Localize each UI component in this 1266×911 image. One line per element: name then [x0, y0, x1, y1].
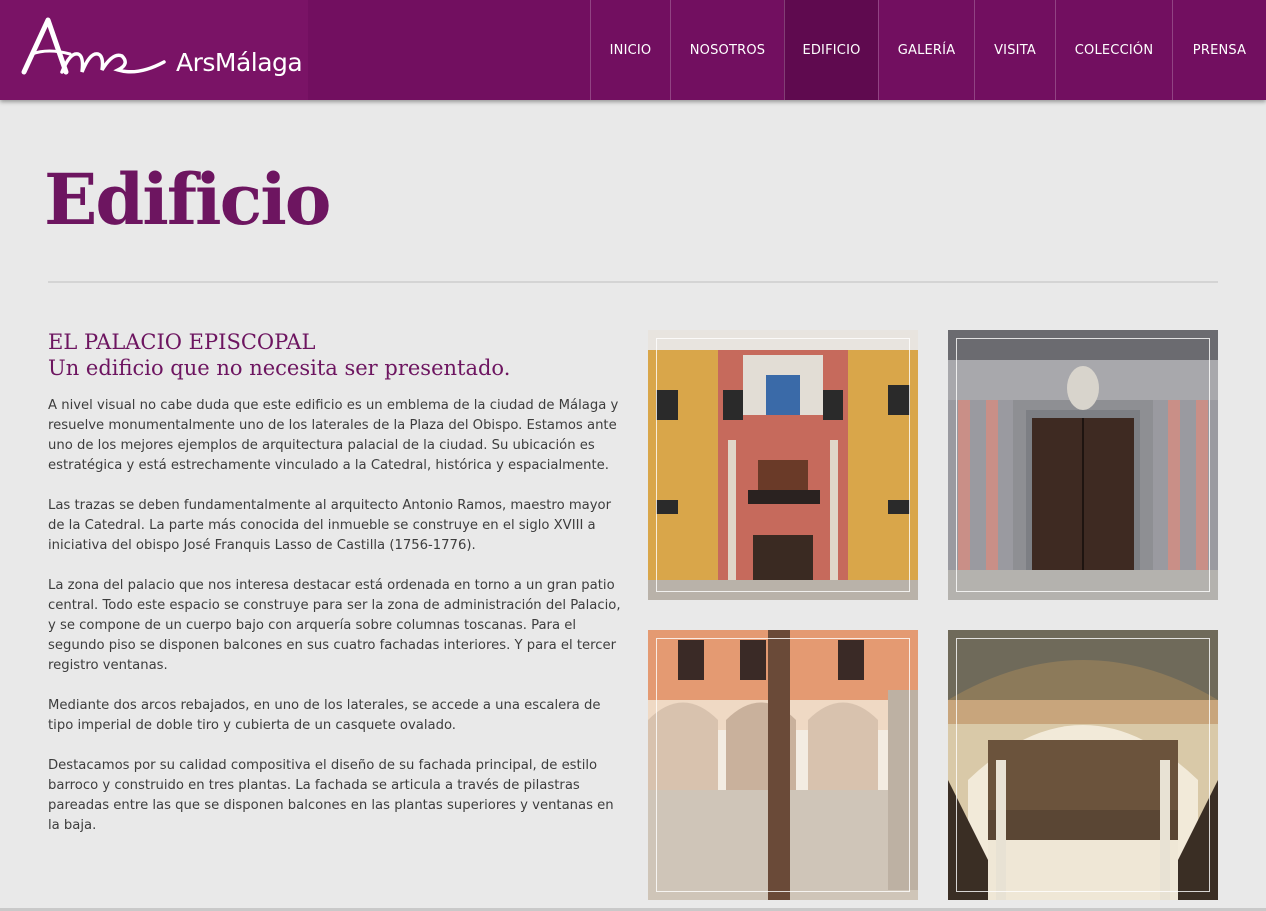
gallery-photo-doorway[interactable] — [948, 330, 1218, 600]
nav-item-visita[interactable]: VISITA — [974, 0, 1055, 100]
gallery-photo-courtyard[interactable] — [648, 630, 918, 900]
paragraph: A nivel visual no cabe duda que este edi… — [48, 398, 619, 473]
site-header: ArsMálaga INICIO NOSOTROS EDIFICIO GALER… — [0, 0, 1266, 100]
nav-item-prensa[interactable]: PRENSA — [1172, 0, 1266, 100]
am-logo-icon — [21, 17, 166, 75]
photo-frame — [956, 338, 1210, 592]
brand-name: ArsMálaga — [176, 48, 303, 77]
photo-frame — [956, 638, 1210, 892]
nav-item-coleccion[interactable]: COLECCIÓN — [1055, 0, 1172, 100]
paragraph: Las trazas se deben fundamentalmente al … — [48, 498, 612, 553]
section-title: EL PALACIO EPISCOPAL — [48, 330, 316, 354]
site-logo[interactable]: ArsMálaga — [0, 0, 308, 100]
title-divider — [48, 281, 1218, 283]
photo-frame — [656, 338, 910, 592]
paragraph: Destacamos por su calidad compositiva el… — [48, 758, 614, 833]
section-heading: EL PALACIO EPISCOPAL Un edificio que no … — [48, 329, 628, 381]
article-body: A nivel visual no cabe duda que este edi… — [48, 396, 624, 856]
nav-item-inicio[interactable]: INICIO — [590, 0, 670, 100]
photo-frame — [656, 638, 910, 892]
nav-item-edificio[interactable]: EDIFICIO — [784, 0, 878, 100]
section-subtitle: Un edificio que no necesita ser presenta… — [48, 356, 511, 380]
nav-item-galeria[interactable]: GALERÍA — [878, 0, 974, 100]
nav-item-nosotros[interactable]: NOSOTROS — [670, 0, 784, 100]
gallery-photo-facade[interactable] — [648, 330, 918, 600]
paragraph: La zona del palacio que nos interesa des… — [48, 578, 621, 673]
main-nav: INICIO NOSOTROS EDIFICIO GALERÍA VISITA … — [590, 0, 1266, 100]
page-title: Edificio — [44, 158, 331, 241]
paragraph: Mediante dos arcos rebajados, en uno de … — [48, 698, 601, 733]
gallery-photo-staircase[interactable] — [948, 630, 1218, 900]
